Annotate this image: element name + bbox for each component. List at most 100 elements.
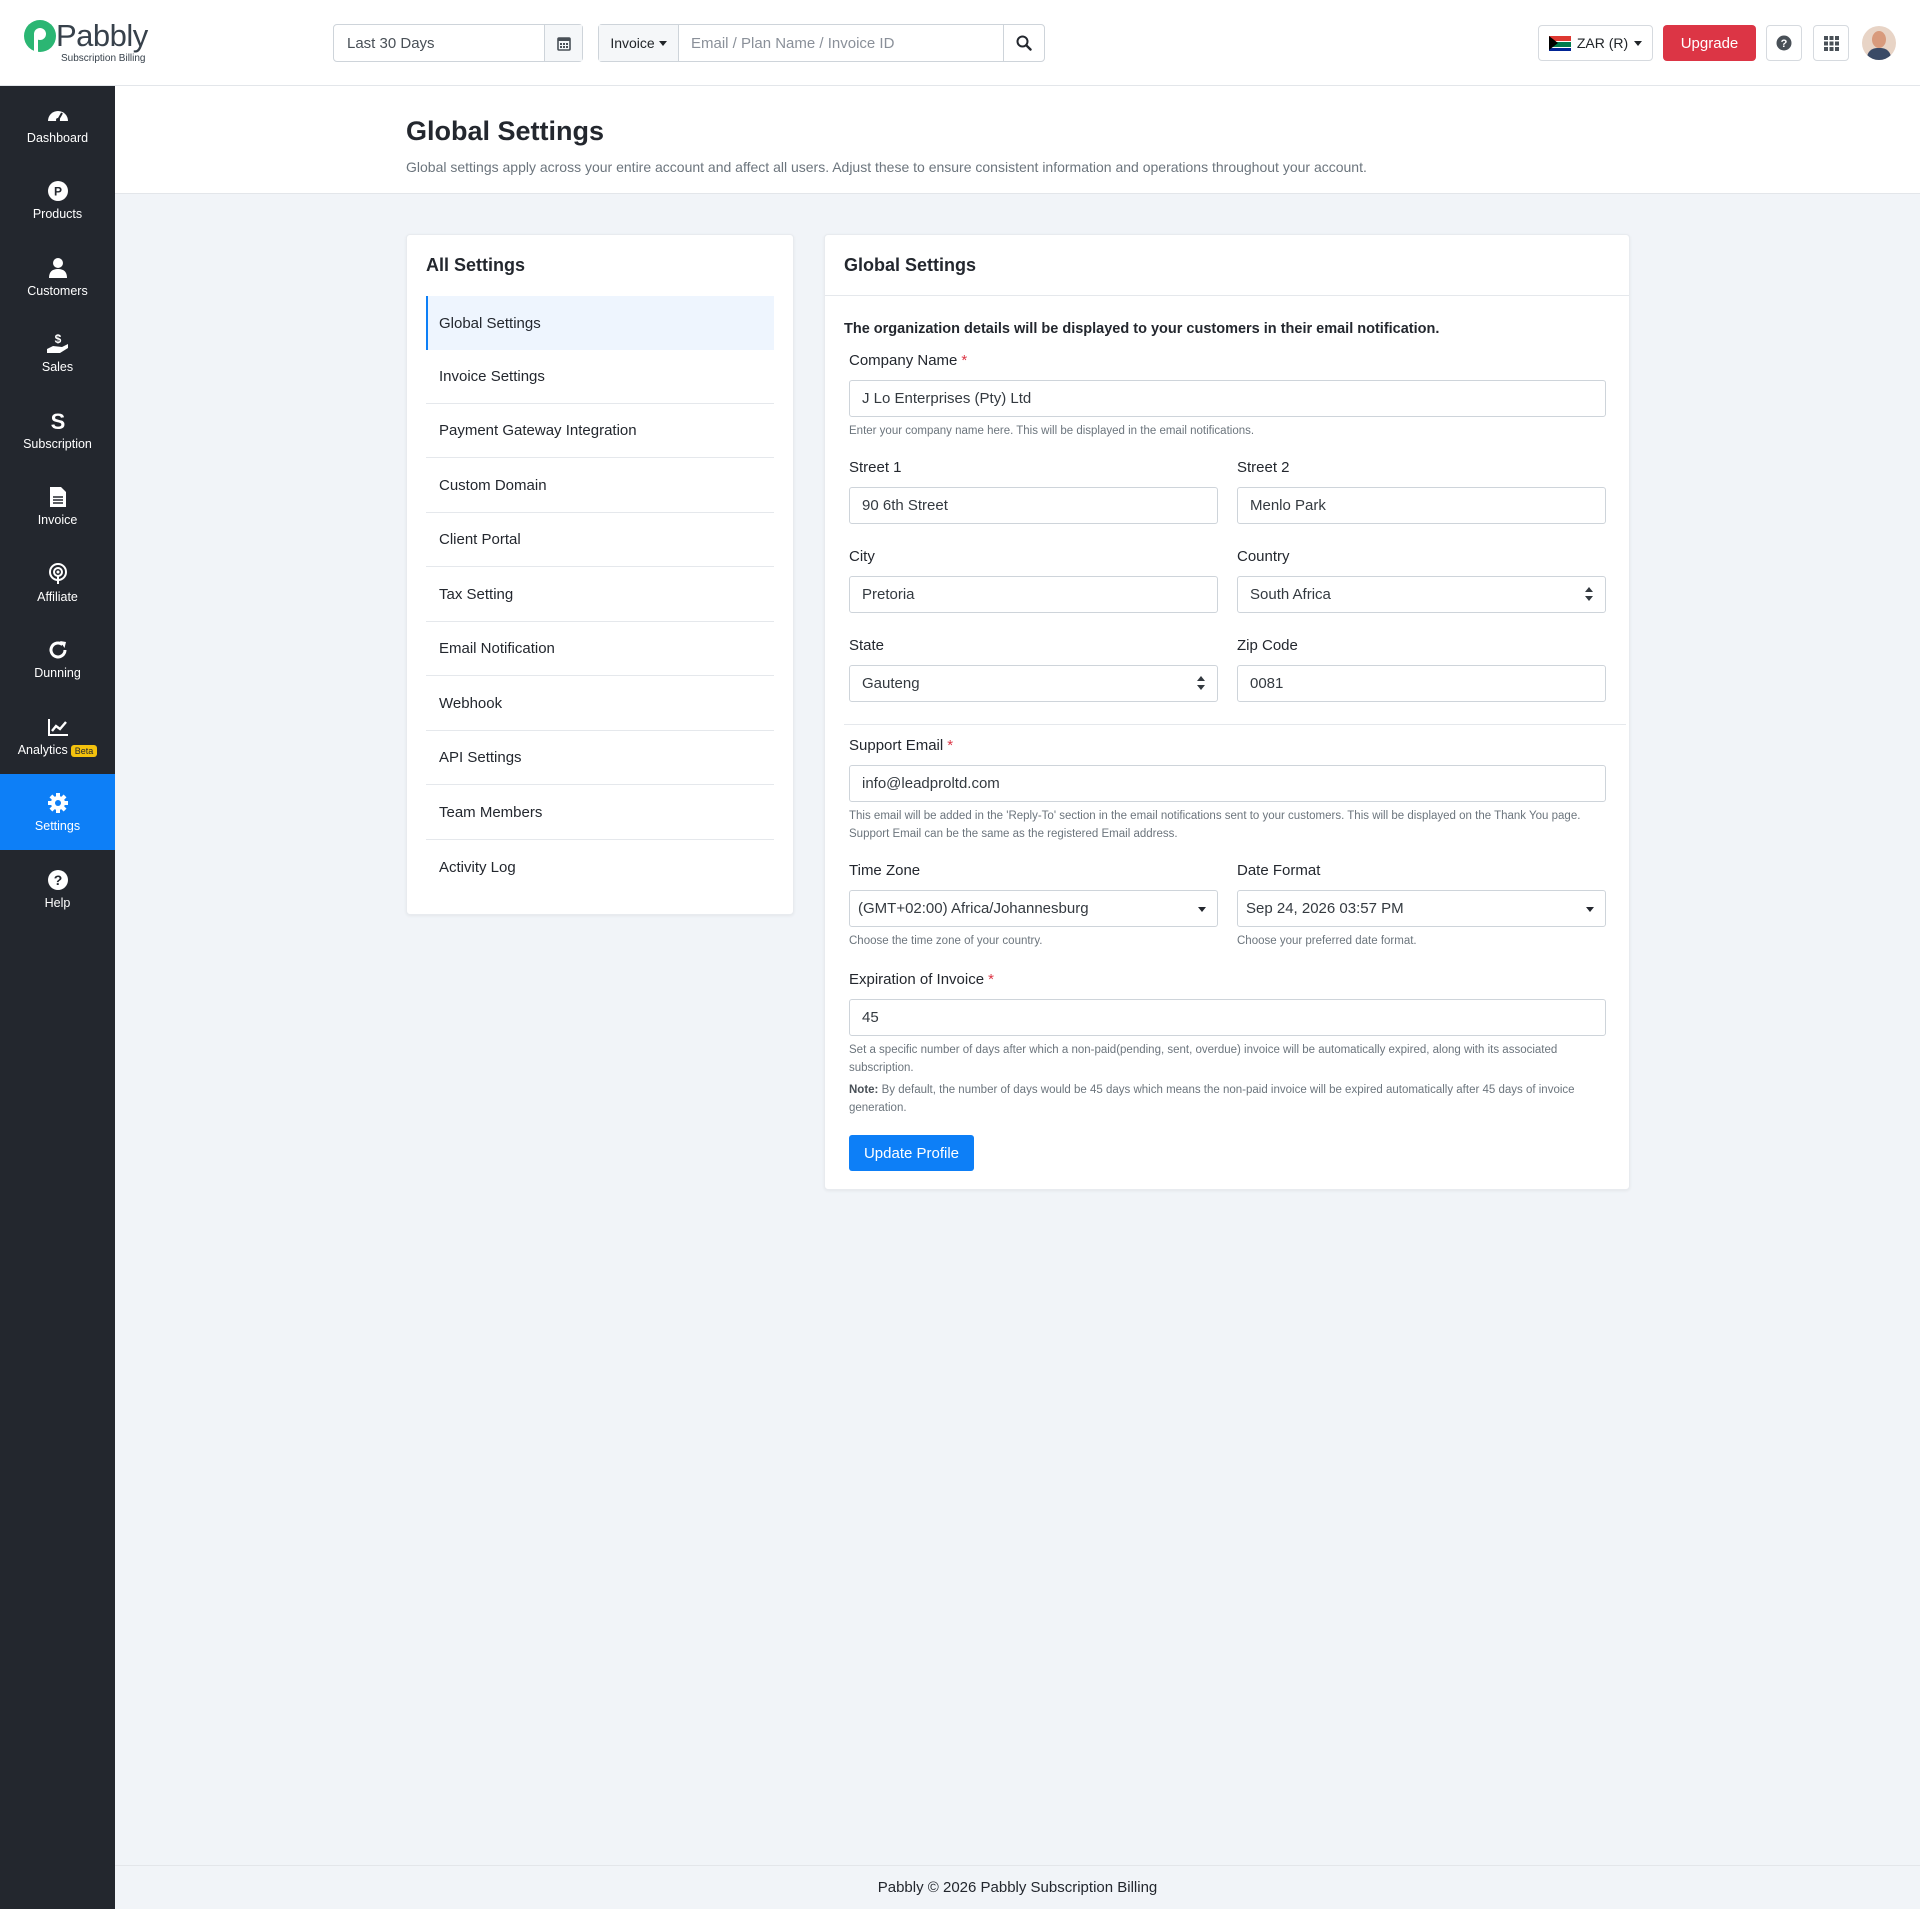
question-circle-icon: ? (1776, 35, 1792, 51)
logo-subtitle: Subscription Billing (61, 53, 146, 64)
user-icon (48, 256, 68, 280)
subscription-icon: S (48, 409, 68, 433)
sidebar-item-help[interactable]: ? Help (0, 851, 115, 927)
street1-field[interactable]: 90 6th Street (849, 487, 1218, 524)
refresh-icon (47, 638, 69, 662)
required-mark: * (947, 737, 954, 754)
date-format-help: Choose your preferred date format. (1237, 935, 1417, 947)
settings-menu-payment-gateway[interactable]: Payment Gateway Integration (426, 404, 774, 458)
sidebar-item-label: Customers (27, 284, 88, 298)
help-button[interactable]: ? (1766, 25, 1802, 61)
update-profile-button[interactable]: Update Profile (849, 1135, 974, 1171)
page-description: Global settings apply across your entire… (406, 159, 1367, 175)
street2-field[interactable]: Menlo Park (1237, 487, 1606, 524)
time-zone-select[interactable]: (GMT+02:00) Africa/Johannesburg (849, 890, 1218, 927)
svg-text:?: ? (53, 872, 62, 888)
expiration-help: Set a specific number of days after whic… (849, 1044, 1558, 1074)
company-name-help: Enter your company name here. This will … (849, 425, 1255, 437)
page-header: Global Settings Global settings apply ac… (115, 86, 1920, 194)
company-name-field[interactable]: J Lo Enterprises (Pty) Ltd (849, 380, 1606, 417)
sidebar-item-label: Products (32, 207, 83, 221)
company-name-label-text: Company Name (849, 352, 958, 369)
zip-code-field[interactable]: 0081 (1237, 665, 1606, 702)
state-select[interactable]: Gauteng (849, 665, 1218, 702)
note-label: Note: (849, 1084, 879, 1096)
section-divider (844, 724, 1626, 725)
settings-menu-team-members[interactable]: Team Members (426, 786, 774, 840)
sidebar-item-label: Invoice (37, 513, 78, 527)
gauge-icon (46, 103, 70, 127)
svg-text:P: P (53, 185, 61, 199)
sidebar-item-sales[interactable]: $ Sales (0, 315, 115, 391)
country-select[interactable]: South Africa (1237, 576, 1606, 613)
search-input[interactable] (679, 25, 1003, 61)
support-email-label-text: Support Email (849, 737, 944, 754)
state-label: State (849, 637, 885, 654)
expiration-field[interactable]: 45 (849, 999, 1606, 1036)
search-icon (1016, 35, 1032, 51)
help-icon: ? (47, 868, 69, 892)
settings-menu-tax[interactable]: Tax Setting (426, 568, 774, 622)
caret-down-icon (1634, 40, 1643, 46)
settings-menu-client-portal[interactable]: Client Portal (426, 513, 774, 567)
company-name-label: Company Name * (849, 352, 967, 369)
settings-menu-webhook[interactable]: Webhook (426, 677, 774, 731)
date-format-select[interactable]: Sep 24, 2026 03:57 PM (1237, 890, 1606, 927)
sidebar-item-products[interactable]: P Products (0, 162, 115, 238)
date-range-value: Last 30 Days (347, 35, 435, 52)
logo-wordmark: Pabbly (56, 18, 148, 53)
user-avatar[interactable] (1862, 26, 1896, 60)
sidebar-item-label: Help (44, 896, 71, 910)
expiration-label-text: Expiration of Invoice (849, 971, 985, 988)
settings-menu-global[interactable]: Global Settings (426, 296, 774, 350)
sidebar-analytics-row: Analytics Beta (18, 743, 98, 757)
top-header: Pabbly Subscription Billing Last 30 Days… (0, 0, 1920, 86)
settings-menu-activity-log[interactable]: Activity Log (426, 840, 774, 894)
gear-icon (47, 791, 69, 815)
sidebar-item-label: Analytics (17, 743, 68, 757)
sidebar-item-analytics[interactable]: Analytics Beta (0, 698, 115, 774)
currency-label: ZAR (R) (1576, 35, 1629, 51)
date-range-picker[interactable]: Last 30 Days (333, 24, 583, 62)
pabbly-logo[interactable]: Pabbly Subscription Billing (24, 18, 154, 68)
sidebar-item-subscription[interactable]: S Subscription (0, 392, 115, 468)
sidebar-item-dunning[interactable]: Dunning (0, 621, 115, 697)
page-title: Global Settings (406, 116, 605, 146)
sidebar: Dashboard P Products Customers $ Sales S… (0, 86, 115, 1909)
form-note: The organization details will be display… (844, 321, 1440, 337)
settings-menu-email-notification[interactable]: Email Notification (426, 622, 774, 676)
support-email-help: This email will be added in the 'Reply-T… (849, 810, 1581, 840)
currency-selector[interactable]: ZAR (R) (1538, 25, 1653, 61)
calendar-icon[interactable] (544, 25, 582, 61)
sidebar-item-invoice[interactable]: Invoice (0, 468, 115, 544)
affiliate-icon (47, 562, 69, 586)
date-format-label: Date Format (1237, 862, 1321, 879)
footer: Pabbly © 2026 Pabbly Subscription Billin… (115, 1865, 1920, 1909)
sidebar-item-label: Subscription (23, 437, 92, 451)
upgrade-button[interactable]: Upgrade (1663, 25, 1756, 61)
settings-menu-invoice[interactable]: Invoice Settings (426, 350, 774, 404)
global-settings-form-card: Global Settings The organization details… (824, 234, 1630, 1190)
form-title: Global Settings (844, 255, 977, 275)
sidebar-item-affiliate[interactable]: Affiliate (0, 545, 115, 621)
svg-text:$: $ (54, 333, 61, 346)
search-type-dropdown[interactable]: Invoice (599, 25, 679, 61)
svg-text:?: ? (1781, 38, 1788, 50)
apps-grid-icon (1823, 35, 1839, 51)
settings-menu-custom-domain[interactable]: Custom Domain (426, 459, 774, 513)
sidebar-item-settings[interactable]: Settings (0, 774, 115, 850)
street1-label: Street 1 (849, 459, 902, 476)
city-field[interactable]: Pretoria (849, 576, 1218, 613)
sales-icon: $ (46, 332, 70, 356)
city-label: City (849, 548, 875, 565)
sidebar-item-dashboard[interactable]: Dashboard (0, 86, 115, 162)
sidebar-item-customers[interactable]: Customers (0, 239, 115, 315)
search-button[interactable] (1003, 25, 1044, 61)
apps-button[interactable] (1813, 25, 1849, 61)
support-email-field[interactable]: info@leadproltd.com (849, 765, 1606, 802)
required-mark: * (988, 971, 994, 988)
street2-label: Street 2 (1237, 459, 1290, 476)
sidebar-item-label: Dunning (34, 666, 81, 680)
settings-menu-api[interactable]: API Settings (426, 731, 774, 785)
sidebar-item-label: Settings (34, 819, 81, 833)
